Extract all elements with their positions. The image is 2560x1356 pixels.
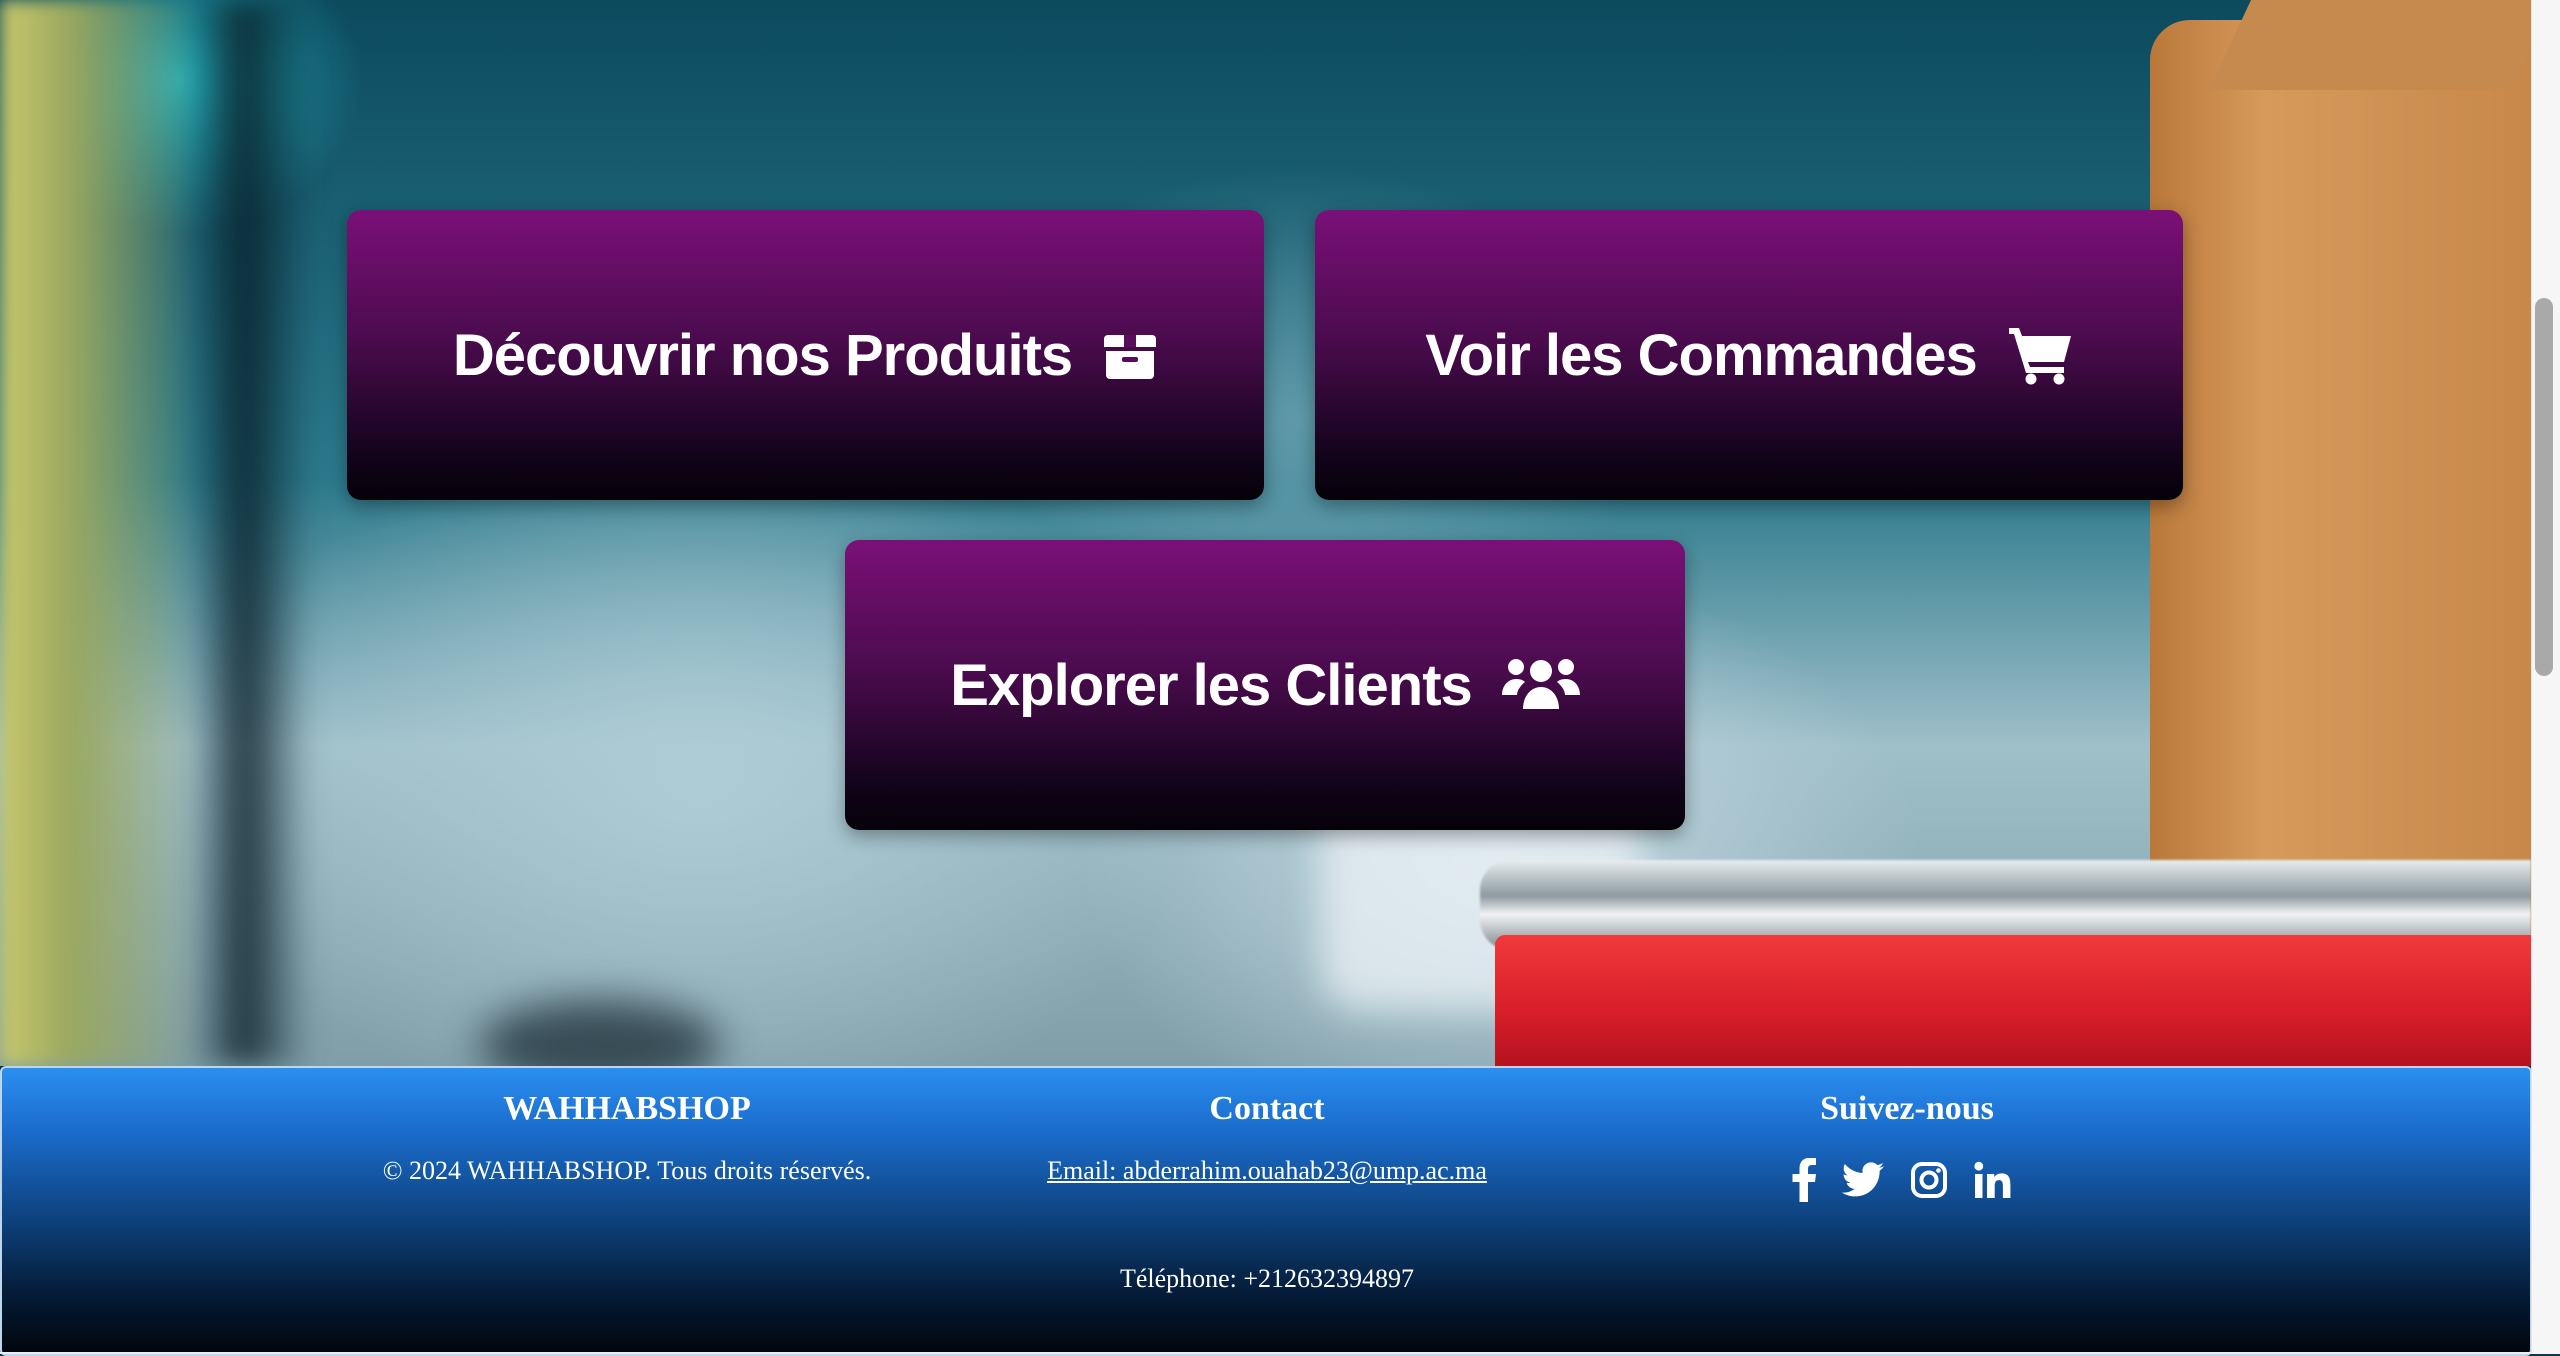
facebook-icon[interactable] bbox=[1792, 1158, 1816, 1202]
view-orders-button[interactable]: Voir les Commandes bbox=[1315, 210, 2183, 500]
background-shadow-blob bbox=[480, 1000, 720, 1066]
footer-brand-title: WAHHABSHOP bbox=[503, 1090, 751, 1127]
hero-background bbox=[0, 0, 2531, 1066]
cart-body-image bbox=[1495, 935, 2531, 1066]
discover-products-label: Découvrir nos Produits bbox=[452, 322, 1073, 388]
footer-follow-title: Suivez-nous bbox=[1820, 1090, 1994, 1127]
linkedin-icon[interactable] bbox=[1974, 1161, 2012, 1199]
site-footer: WAHHABSHOP © 2024 WAHHABSHOP. Tous droit… bbox=[0, 1066, 2532, 1356]
cardboard-box-flap bbox=[2209, 0, 2531, 90]
footer-copyright: © 2024 WAHHABSHOP. Tous droits réservés. bbox=[382, 1156, 872, 1185]
box-icon bbox=[1102, 327, 1158, 383]
instagram-icon[interactable] bbox=[1910, 1161, 1948, 1199]
scrollbar-thumb[interactable] bbox=[2535, 298, 2553, 676]
twitter-icon[interactable] bbox=[1842, 1162, 1884, 1198]
shopping-cart-icon bbox=[2007, 324, 2073, 386]
footer-contact-title: Contact bbox=[1209, 1090, 1325, 1127]
discover-products-button[interactable]: Découvrir nos Produits bbox=[347, 210, 1264, 500]
footer-email-link[interactable]: Email: abderrahim.ouahab23@ump.ac.ma bbox=[1002, 1156, 1532, 1186]
footer-phone: Téléphone: +212632394897 bbox=[1119, 1264, 1415, 1293]
background-glow bbox=[0, 0, 200, 1066]
view-orders-label: Voir les Commandes bbox=[1425, 322, 1977, 388]
vertical-scrollbar[interactable] bbox=[2531, 0, 2560, 1354]
explore-clients-button[interactable]: Explorer les Clients bbox=[845, 540, 1685, 830]
background-shadow bbox=[190, 0, 310, 1066]
explore-clients-label: Explorer les Clients bbox=[950, 652, 1473, 718]
social-links bbox=[1792, 1158, 2012, 1202]
users-icon bbox=[1501, 653, 1580, 717]
